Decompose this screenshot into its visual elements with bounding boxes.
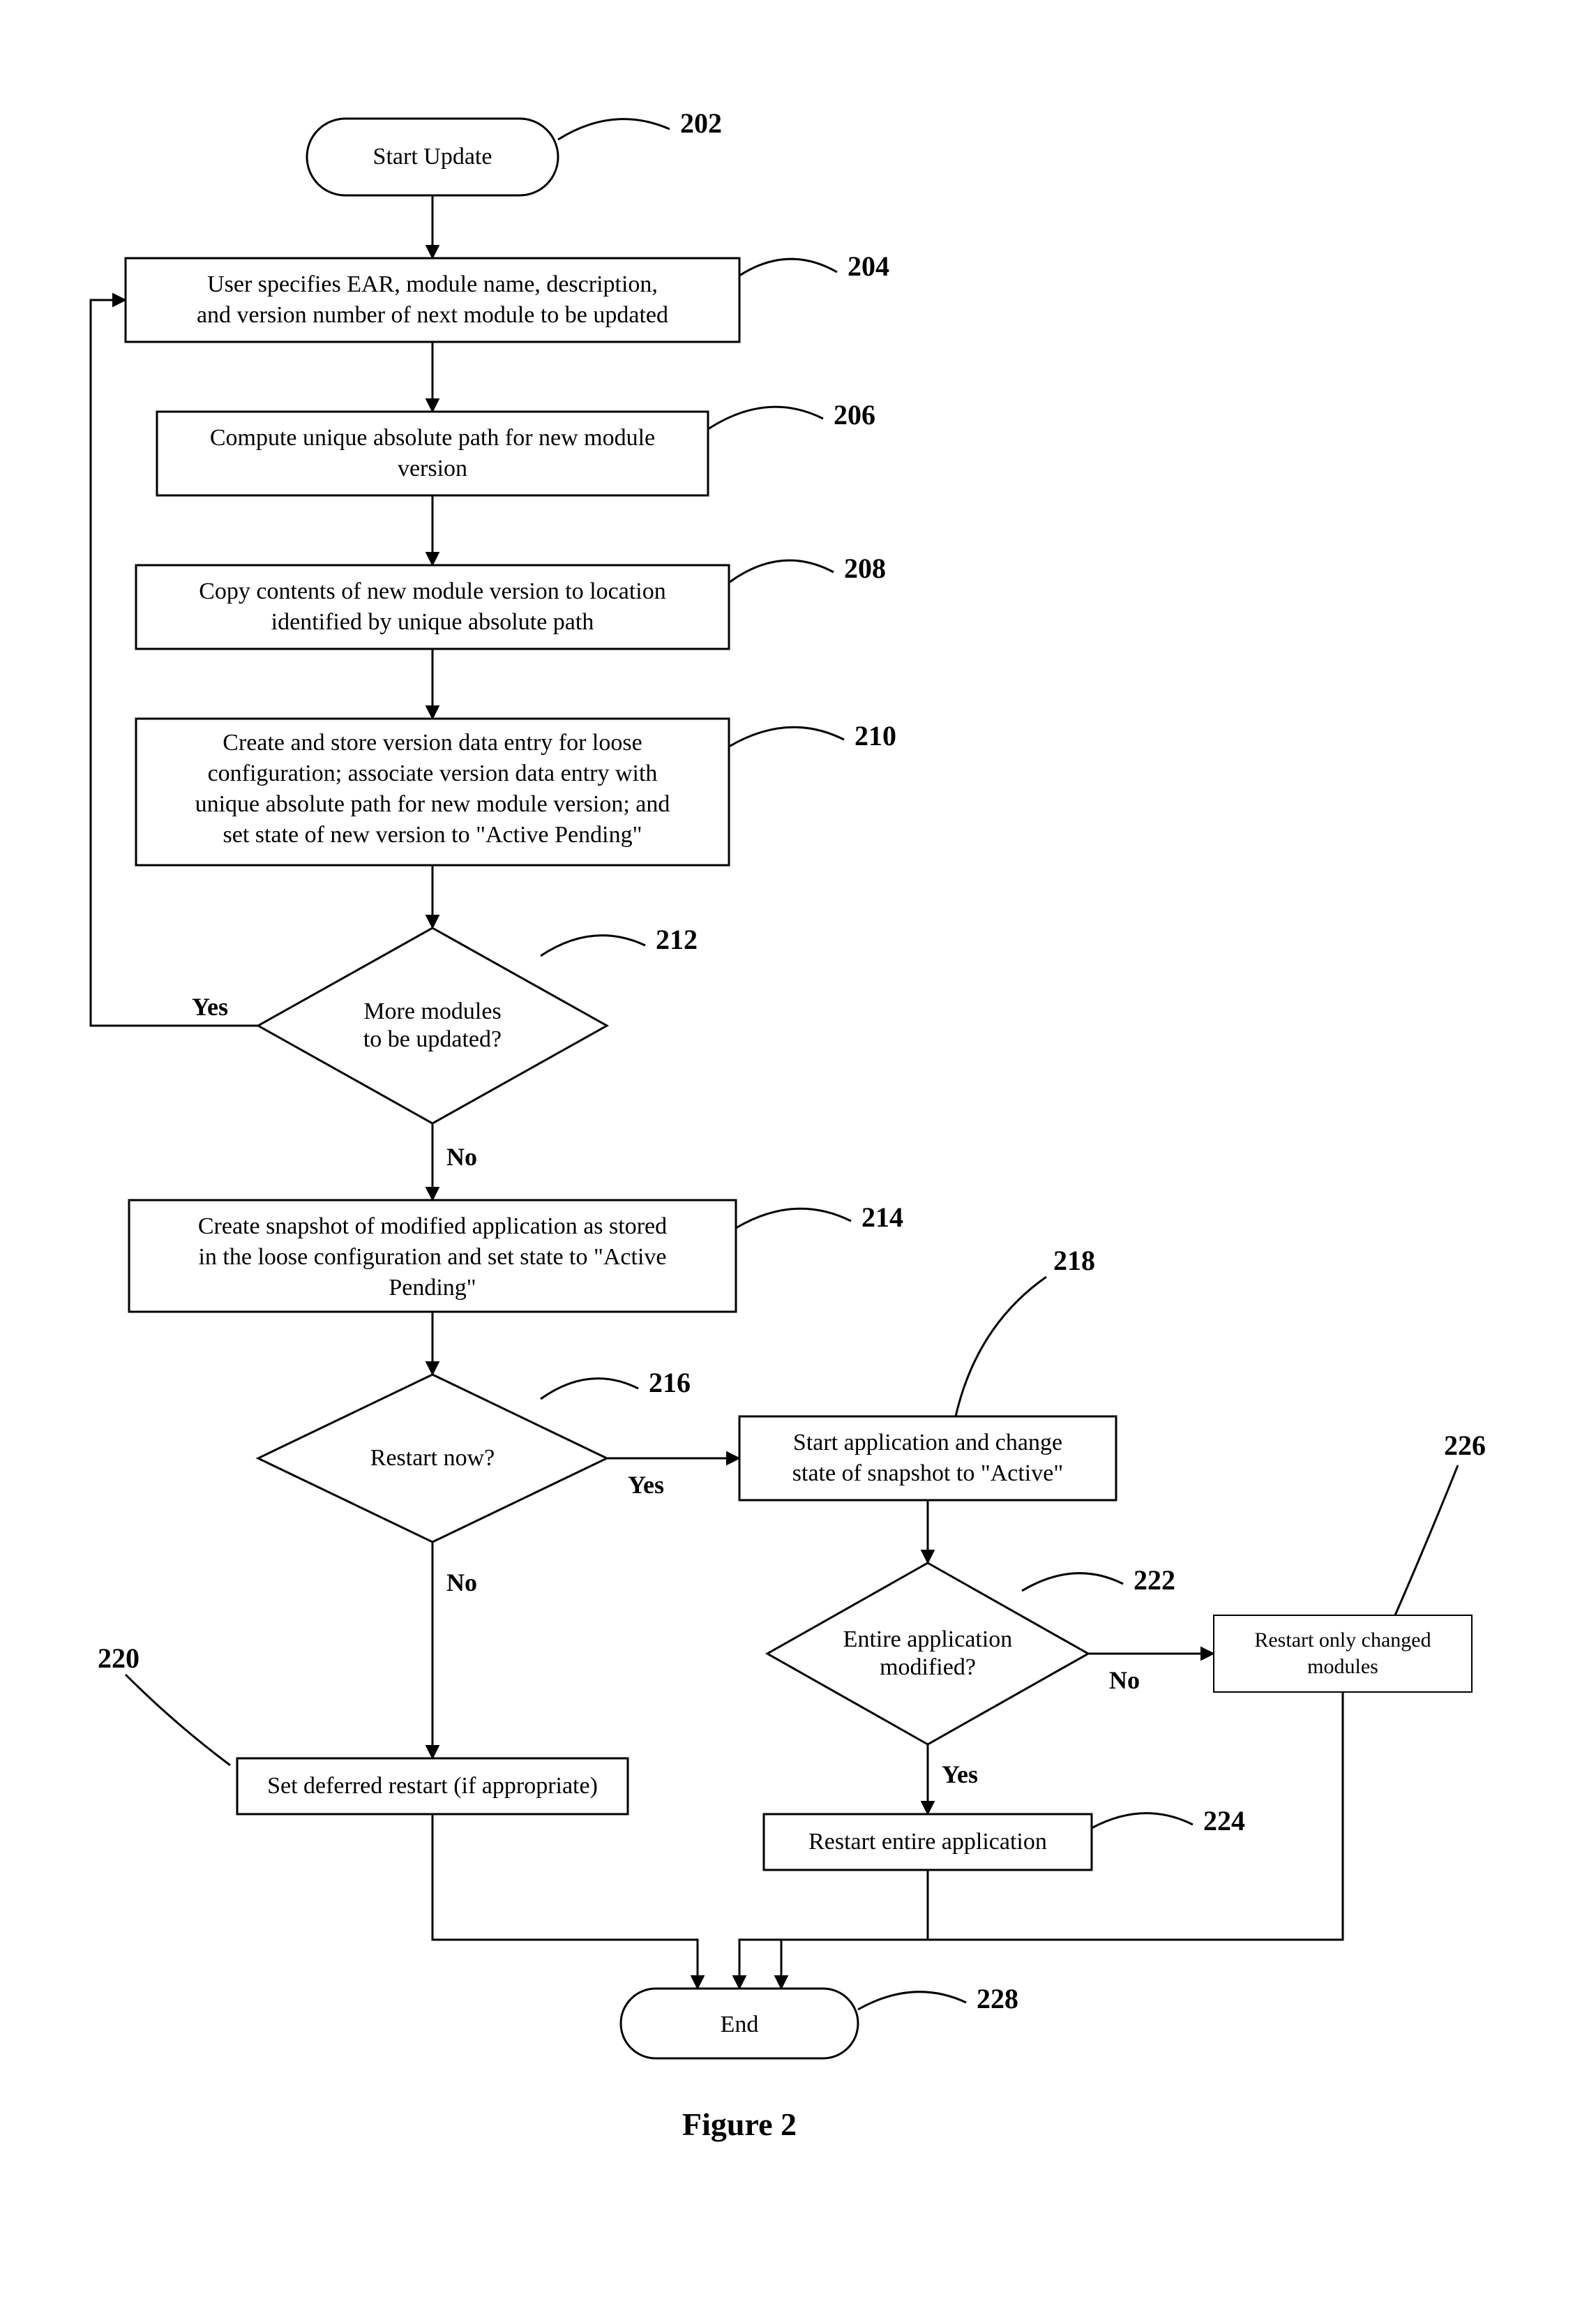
n220-text: Set deferred restart (if appropriate) bbox=[267, 1773, 598, 1799]
ref-224: 224 bbox=[1203, 1805, 1245, 1836]
n216-text: Restart now? bbox=[370, 1445, 495, 1471]
label-212-yes: Yes bbox=[192, 993, 228, 1021]
edge-220-end bbox=[432, 1814, 698, 1989]
n226-l2: modules bbox=[1307, 1655, 1378, 1678]
node-start-application: Start application and change state of sn… bbox=[739, 1245, 1116, 1500]
label-216-yes: Yes bbox=[628, 1471, 664, 1499]
n210-l3: unique absolute path for new module vers… bbox=[195, 791, 670, 817]
n208-l2: identified by unique absolute path bbox=[271, 609, 594, 635]
n210-l2: configuration; associate version data en… bbox=[208, 761, 658, 786]
edge-212-yes bbox=[91, 300, 258, 1026]
ref-218: 218 bbox=[1053, 1245, 1095, 1276]
ref-220: 220 bbox=[98, 1642, 140, 1674]
node-start-update-text: Start Update bbox=[373, 144, 492, 170]
label-212-no: No bbox=[446, 1143, 477, 1171]
n222-l1: Entire application bbox=[843, 1626, 1013, 1652]
n208-l1: Copy contents of new module version to l… bbox=[199, 578, 666, 604]
label-222-no: No bbox=[1109, 1666, 1140, 1694]
node-start-update: Start Update 202 bbox=[307, 107, 722, 195]
label-216-no: No bbox=[446, 1569, 477, 1596]
node-restart-entire: Restart entire application 224 bbox=[764, 1805, 1245, 1870]
ref-206: 206 bbox=[834, 399, 875, 431]
figure-caption: Figure 2 bbox=[682, 2106, 797, 2142]
ref-210: 210 bbox=[855, 720, 896, 751]
n218-l1: Start application and change bbox=[793, 1430, 1062, 1455]
n222-l2: modified? bbox=[880, 1654, 976, 1680]
n214-l2: in the loose configuration and set state… bbox=[198, 1244, 666, 1270]
ref-208: 208 bbox=[844, 553, 886, 584]
node-end: End 228 bbox=[621, 1983, 1018, 2058]
n228-text: End bbox=[721, 2012, 759, 2037]
ref-202: 202 bbox=[680, 107, 722, 139]
n212-l1: More modules bbox=[363, 998, 501, 1024]
n204-l1: User specifies EAR, module name, descrip… bbox=[207, 271, 658, 297]
edge-224-end bbox=[739, 1870, 928, 1989]
n206-l1: Compute unique absolute path for new mod… bbox=[210, 425, 655, 451]
ref-212: 212 bbox=[656, 924, 698, 955]
ref-222: 222 bbox=[1134, 1564, 1175, 1596]
node-more-modules: More modules to be updated? 212 bbox=[258, 924, 698, 1123]
ref-216: 216 bbox=[649, 1367, 691, 1398]
ref-214: 214 bbox=[861, 1202, 903, 1233]
label-222-yes: Yes bbox=[942, 1760, 978, 1788]
node-deferred-restart: Set deferred restart (if appropriate) 22… bbox=[98, 1642, 628, 1814]
node-copy-contents: Copy contents of new module version to l… bbox=[136, 553, 886, 649]
n224-text: Restart entire application bbox=[808, 1829, 1047, 1855]
n210-l4: set state of new version to "Active Pend… bbox=[223, 822, 642, 848]
node-user-specifies: User specifies EAR, module name, descrip… bbox=[126, 250, 889, 342]
ref-228: 228 bbox=[977, 1983, 1018, 2014]
n210-l1: Create and store version data entry for … bbox=[223, 730, 642, 756]
n218-l2: state of snapshot to "Active" bbox=[792, 1460, 1063, 1486]
n226-l1: Restart only changed bbox=[1254, 1629, 1431, 1652]
n214-l3: Pending" bbox=[389, 1275, 476, 1301]
n204-l2: and version number of next module to be … bbox=[197, 302, 668, 328]
node-create-snapshot: Create snapshot of modified application … bbox=[129, 1200, 903, 1312]
n212-l2: to be updated? bbox=[363, 1026, 502, 1052]
node-restart-changed: Restart only changed modules 226 bbox=[1214, 1430, 1486, 1692]
n214-l1: Create snapshot of modified application … bbox=[198, 1213, 667, 1239]
ref-226: 226 bbox=[1444, 1430, 1486, 1461]
node-restart-now: Restart now? 216 bbox=[258, 1367, 691, 1542]
node-compute-path: Compute unique absolute path for new mod… bbox=[157, 399, 875, 495]
n206-l2: version bbox=[398, 456, 467, 481]
ref-204: 204 bbox=[848, 250, 889, 282]
node-create-version-entry: Create and store version data entry for … bbox=[136, 719, 896, 865]
